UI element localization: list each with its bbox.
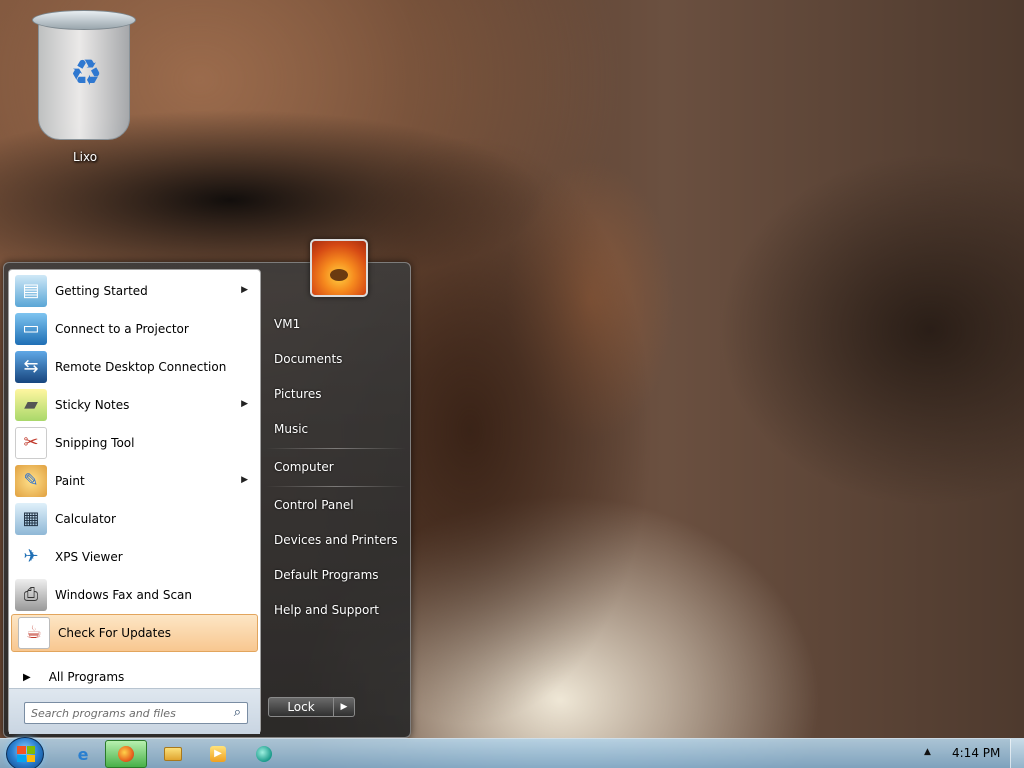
user-picture[interactable] [310, 239, 368, 297]
recycle-bin-label: Lixo [72, 150, 98, 164]
program-snipping-tool[interactable]: ✂ Snipping Tool [9, 424, 260, 462]
search-input[interactable] [25, 703, 215, 723]
programs-pane: ▤ Getting Started ▶ ▭ Connect to a Proje… [8, 269, 261, 734]
submenu-arrow-icon[interactable]: ▶ [241, 399, 248, 409]
program-label: Check For Updates [58, 626, 172, 640]
link-help-support[interactable]: Help and Support [266, 593, 406, 628]
search-area: ⌕ [9, 688, 260, 734]
link-pictures[interactable]: Pictures [266, 377, 406, 412]
windows-logo-icon [17, 746, 35, 762]
clock[interactable]: 4:14 PM [952, 746, 1000, 760]
network-globe-icon [256, 746, 272, 762]
submenu-arrow-icon[interactable]: ▶ [241, 285, 248, 295]
program-calculator[interactable]: ▦ Calculator [9, 500, 260, 538]
search-box[interactable]: ⌕ [24, 702, 248, 724]
link-devices-printers[interactable]: Devices and Printers [266, 523, 406, 558]
link-default-programs[interactable]: Default Programs [266, 558, 406, 593]
program-fax-scan[interactable]: ⎙ Windows Fax and Scan [9, 576, 260, 614]
link-documents[interactable]: Documents [266, 342, 406, 377]
lock-button[interactable]: Lock [268, 697, 334, 717]
program-check-updates[interactable]: ☕ Check For Updates [11, 614, 258, 652]
program-xps-viewer[interactable]: ✈ XPS Viewer [9, 538, 260, 576]
snipping-tool-icon: ✂ [15, 427, 47, 459]
taskbar-file-explorer[interactable] [152, 740, 194, 768]
calculator-icon: ▦ [15, 503, 47, 535]
show-desktop-button[interactable] [1010, 739, 1024, 768]
power-controls: Lock ▶ [268, 697, 355, 717]
sticky-notes-icon: ▰ [15, 389, 47, 421]
taskbar-network[interactable] [243, 740, 285, 768]
program-getting-started[interactable]: ▤ Getting Started ▶ [9, 272, 260, 310]
program-label: XPS Viewer [55, 550, 123, 564]
link-user-folder[interactable]: VM1 [266, 307, 406, 342]
program-connect-projector[interactable]: ▭ Connect to a Projector [9, 310, 260, 348]
show-hidden-icons-icon[interactable]: ▲ [924, 747, 931, 757]
program-label: Windows Fax and Scan [55, 588, 193, 602]
taskbar: e ▶ ▲ 4:14 PM [0, 737, 1024, 768]
internet-explorer-icon: e [77, 744, 89, 764]
java-icon: ☕ [18, 617, 50, 649]
firefox-icon [118, 746, 134, 762]
all-programs-label: All Programs [48, 670, 125, 684]
program-label: Getting Started [55, 284, 148, 298]
program-paint[interactable]: ✎ Paint ▶ [9, 462, 260, 500]
start-button[interactable] [6, 737, 44, 768]
paint-icon: ✎ [15, 465, 47, 497]
xps-viewer-icon: ✈ [23, 546, 39, 567]
divider [266, 486, 406, 487]
submenu-arrow-icon[interactable]: ▶ [241, 475, 248, 485]
triangle-right-icon: ▶ [23, 671, 31, 683]
projector-icon: ▭ [15, 313, 47, 345]
program-remote-desktop[interactable]: ⇆ Remote Desktop Connection [9, 348, 260, 386]
search-icon[interactable]: ⌕ [234, 705, 241, 720]
getting-started-icon: ▤ [15, 275, 47, 307]
program-label: Calculator [55, 512, 116, 526]
start-menu: ▤ Getting Started ▶ ▭ Connect to a Proje… [3, 239, 411, 738]
taskbar-media-player[interactable]: ▶ [197, 740, 239, 768]
link-music[interactable]: Music [266, 412, 406, 447]
places-pane: VM1 Documents Pictures Music Computer Co… [266, 307, 406, 628]
media-player-icon: ▶ [210, 746, 226, 762]
fax-scan-icon: ⎙ [15, 579, 47, 611]
program-label: Sticky Notes [55, 398, 130, 412]
program-sticky-notes[interactable]: ▰ Sticky Notes ▶ [9, 386, 260, 424]
taskbar-internet-explorer[interactable]: e [62, 740, 104, 768]
program-label: Connect to a Projector [55, 322, 189, 336]
program-label: Snipping Tool [55, 436, 135, 450]
link-computer[interactable]: Computer [266, 450, 406, 485]
program-label: Remote Desktop Connection [55, 360, 227, 374]
divider [266, 448, 406, 449]
recycle-bin-shortcut[interactable]: ♻ Lixo [30, 8, 140, 164]
remote-desktop-icon: ⇆ [15, 351, 47, 383]
taskbar-firefox[interactable] [105, 740, 147, 768]
program-label: Paint [55, 474, 85, 488]
file-explorer-icon [164, 747, 182, 761]
power-options-arrow-icon[interactable]: ▶ [334, 697, 355, 717]
link-control-panel[interactable]: Control Panel [266, 488, 406, 523]
